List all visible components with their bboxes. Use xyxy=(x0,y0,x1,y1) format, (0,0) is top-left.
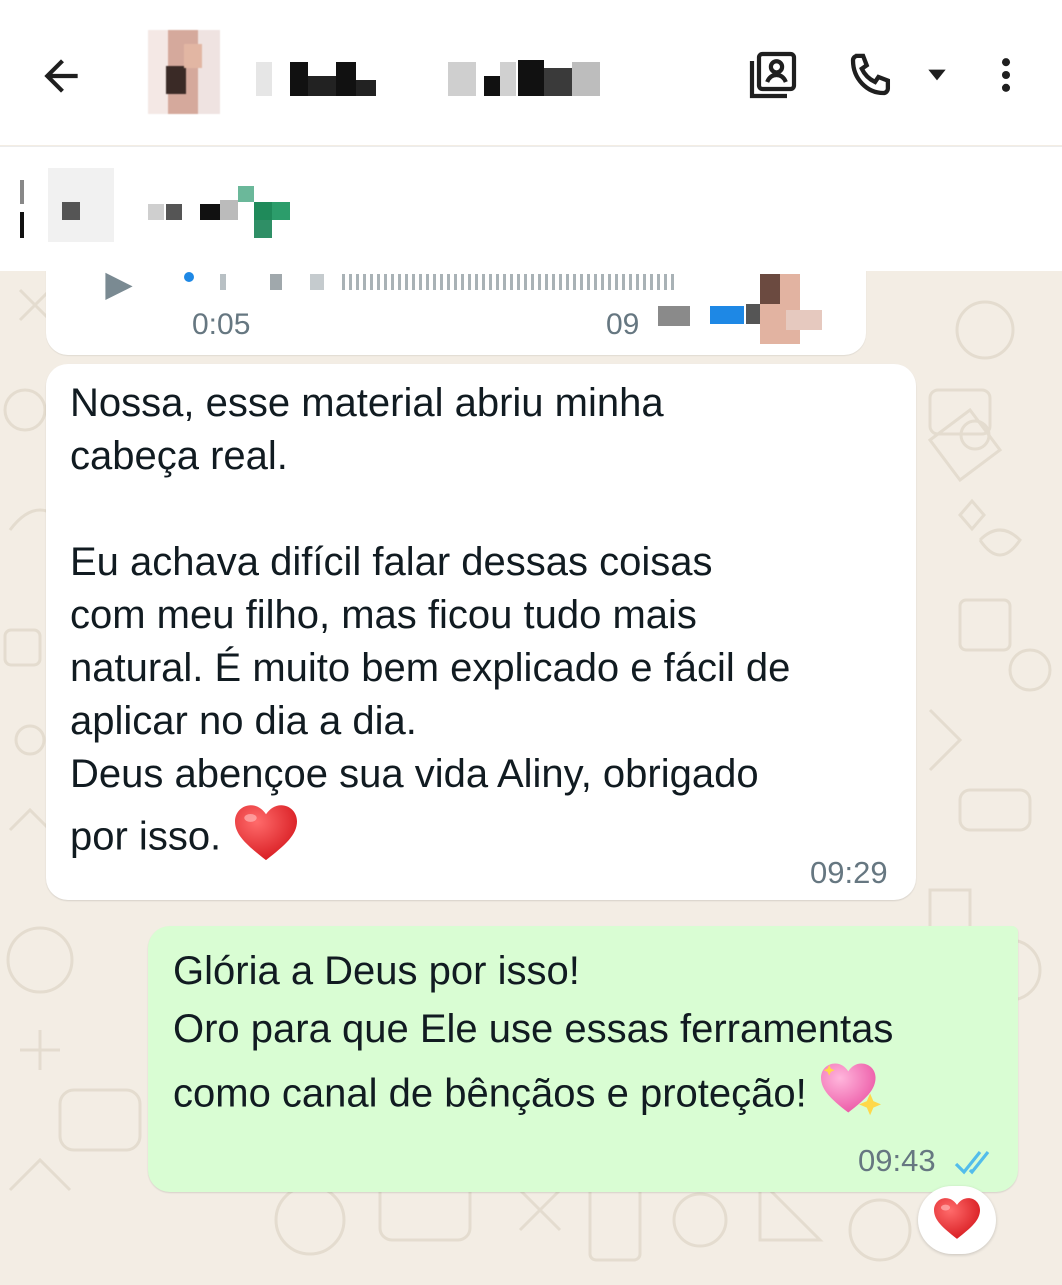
red-heart-reaction-icon xyxy=(931,1195,983,1246)
call-menu-button[interactable] xyxy=(920,58,954,92)
outgoing-message-bubble[interactable]: Glória a Deus por isso! Oro para que Ele… xyxy=(148,926,1018,1192)
back-button[interactable] xyxy=(30,45,92,107)
audio-timestamp: 09 xyxy=(606,308,640,341)
message-reaction[interactable] xyxy=(918,1186,996,1254)
incoming-message-text: Nossa, esse material abriu minha cabeça … xyxy=(70,377,900,877)
pinned-thumbnail xyxy=(48,168,114,242)
outgoing-message-time: 09:43 xyxy=(858,1143,936,1178)
more-vertical-icon xyxy=(1001,58,1011,92)
play-icon[interactable] xyxy=(98,266,140,300)
sparkling-heart-emoji xyxy=(818,1058,884,1134)
arrow-left-icon xyxy=(44,59,78,93)
red-heart-emoji xyxy=(232,801,300,877)
phone-icon xyxy=(850,53,891,96)
pinned-message-text xyxy=(148,336,298,376)
call-button[interactable] xyxy=(840,44,902,106)
double-check-read-icon xyxy=(954,1151,990,1175)
pin-indicator xyxy=(20,180,24,204)
incoming-message-time: 09:29 xyxy=(810,855,888,890)
more-options-button[interactable] xyxy=(984,44,1028,106)
incoming-message-bubble[interactable]: Nossa, esse material abriu minha cabeça … xyxy=(46,364,916,900)
audio-waveform[interactable] xyxy=(180,272,690,294)
pinned-message-content xyxy=(0,146,1062,270)
caret-down-icon xyxy=(928,69,946,81)
outgoing-message-text: Glória a Deus por isso! Oro para que Ele… xyxy=(173,942,1003,1134)
contact-card-icon xyxy=(749,51,797,99)
contact-avatar[interactable] xyxy=(148,30,220,114)
chat-header xyxy=(0,0,1062,145)
contact-card-button[interactable] xyxy=(742,44,804,106)
